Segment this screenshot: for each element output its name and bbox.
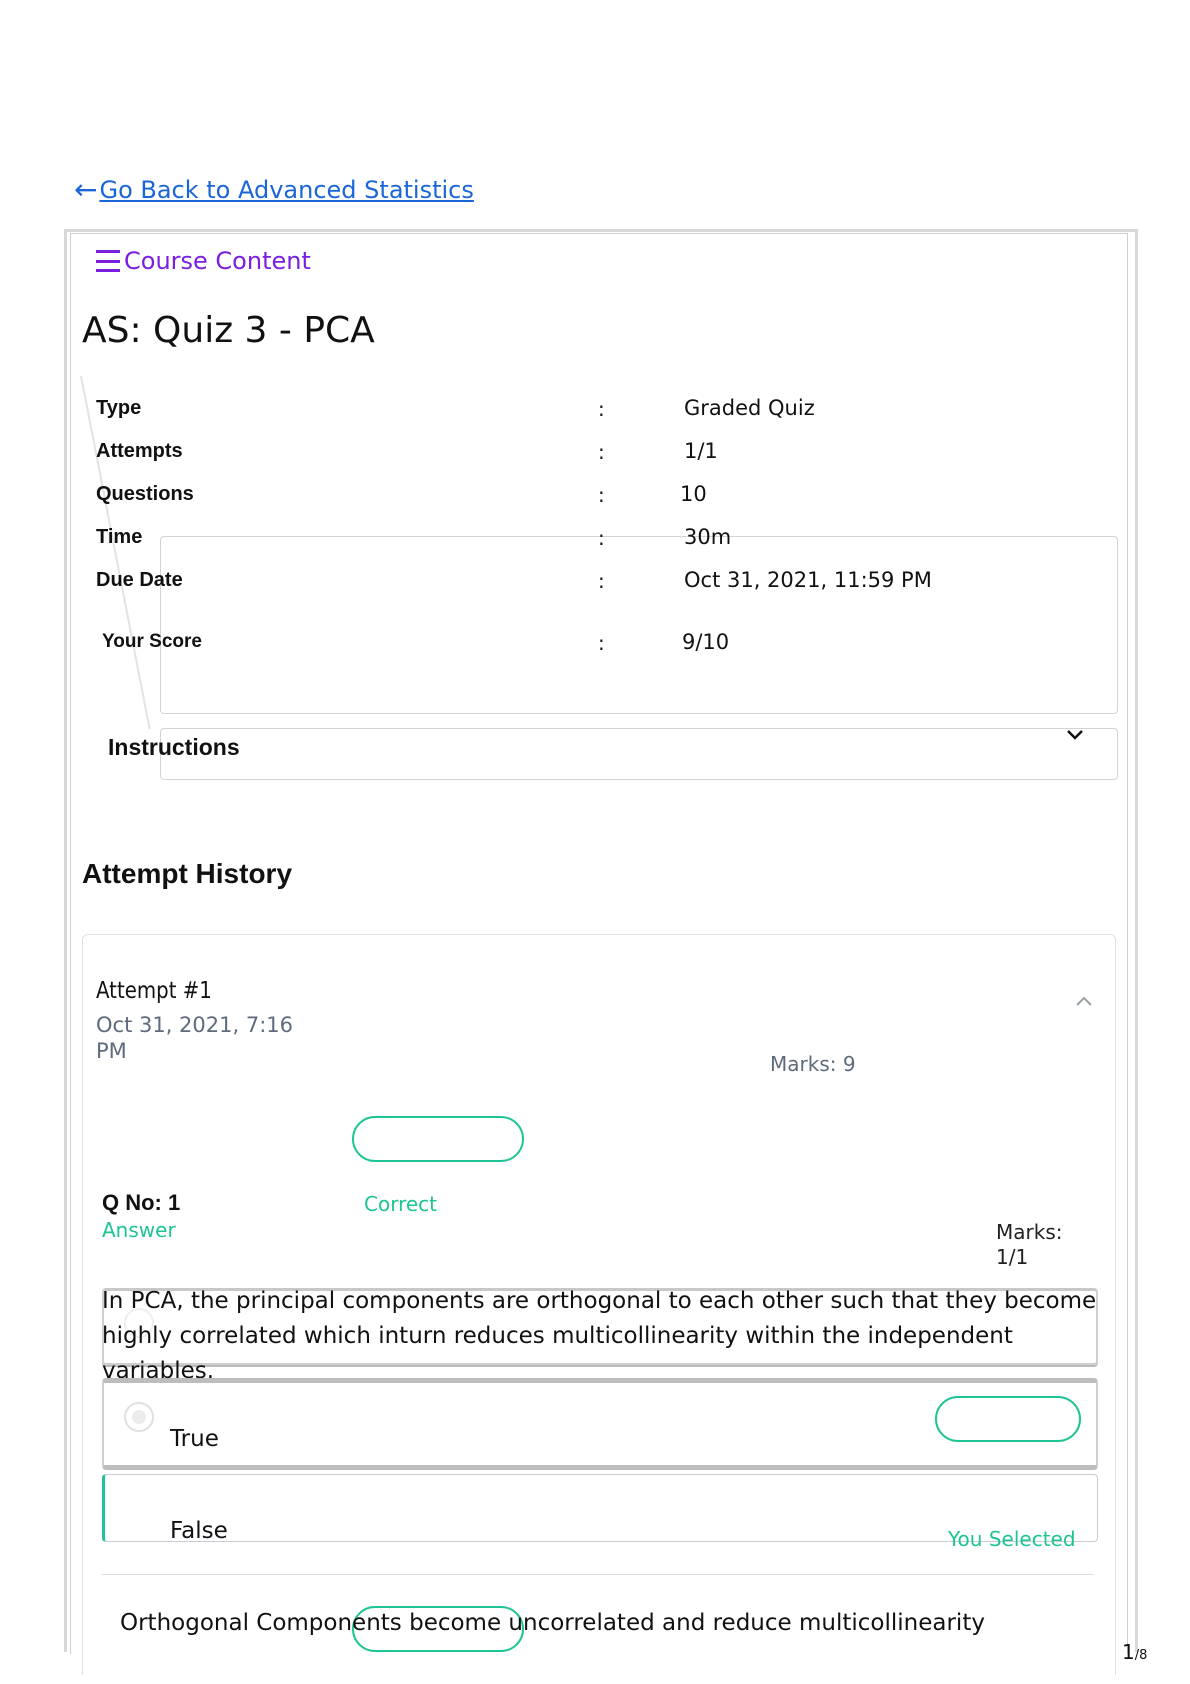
info-label-questions: Questions: [96, 483, 194, 505]
chevron-up-icon[interactable]: [1070, 990, 1098, 1012]
course-content-toggle[interactable]: Course Content: [96, 247, 311, 275]
hamburger-menu-icon: [96, 250, 120, 272]
page-number: 1/8: [1122, 1640, 1147, 1664]
option-true-label: True: [170, 1426, 219, 1452]
you-selected-badge: You Selected: [948, 1527, 1076, 1551]
answer-explanation: Orthogonal Components become uncorrelate…: [120, 1610, 985, 1636]
divider: [102, 1574, 1094, 1575]
info-label-attempts: Attempts: [96, 440, 183, 462]
info-value-type: Graded Quiz: [684, 396, 815, 420]
info-value-time: 30m: [684, 525, 732, 549]
attempt-history-heading: Attempt History: [82, 858, 293, 889]
course-content-label: Course Content: [124, 247, 311, 275]
page-current: 1: [1122, 1640, 1135, 1664]
correct-status-badge: Correct: [364, 1192, 437, 1216]
instructions-label[interactable]: Instructions: [108, 734, 240, 761]
radio-true[interactable]: [124, 1402, 154, 1432]
info-label-time: Time: [96, 526, 143, 548]
info-colon: :: [598, 526, 605, 550]
info-colon: :: [598, 397, 605, 421]
page-total: /8: [1134, 1648, 1148, 1663]
back-link[interactable]: ← Go Back to Advanced Statistics: [74, 173, 474, 206]
info-label-score: Your Score: [102, 631, 202, 652]
question-marks: Marks: 1/1: [996, 1220, 1063, 1269]
info-colon: :: [598, 631, 605, 655]
info-colon: :: [598, 569, 605, 593]
option-false-label: False: [170, 1518, 228, 1544]
info-value-score: 9/10: [682, 630, 730, 654]
attempt-date: Oct 31, 2021, 7:16 PM: [96, 1013, 294, 1063]
attempt-number: Attempt #1: [96, 978, 212, 1004]
info-value-attempts: 1/1: [684, 439, 718, 463]
info-label-due-date: Due Date: [96, 569, 183, 591]
back-link-label[interactable]: Go Back to Advanced Statistics: [99, 176, 473, 204]
question-number: Q No: 1: [102, 1190, 181, 1215]
chevron-down-icon[interactable]: [1060, 720, 1090, 750]
attempt-marks: Marks: 9: [770, 1052, 856, 1076]
info-value-due-date: Oct 31, 2021, 11:59 PM: [684, 568, 932, 592]
score-card: [160, 536, 1118, 714]
info-value-questions: 10: [680, 482, 707, 506]
info-colon: :: [598, 440, 605, 464]
page-title: AS: Quiz 3 - PCA: [82, 310, 375, 351]
answer-label: Answer: [102, 1218, 176, 1242]
arrow-left-icon: ←: [74, 173, 98, 206]
correct-answer-badge: [935, 1396, 1081, 1442]
info-label-type: Type: [96, 397, 142, 419]
info-colon: :: [598, 483, 605, 507]
question-text: In PCA, the principal components are ort…: [102, 1288, 1097, 1384]
status-badge-outline: [352, 1116, 524, 1162]
instructions-panel[interactable]: [160, 728, 1118, 780]
